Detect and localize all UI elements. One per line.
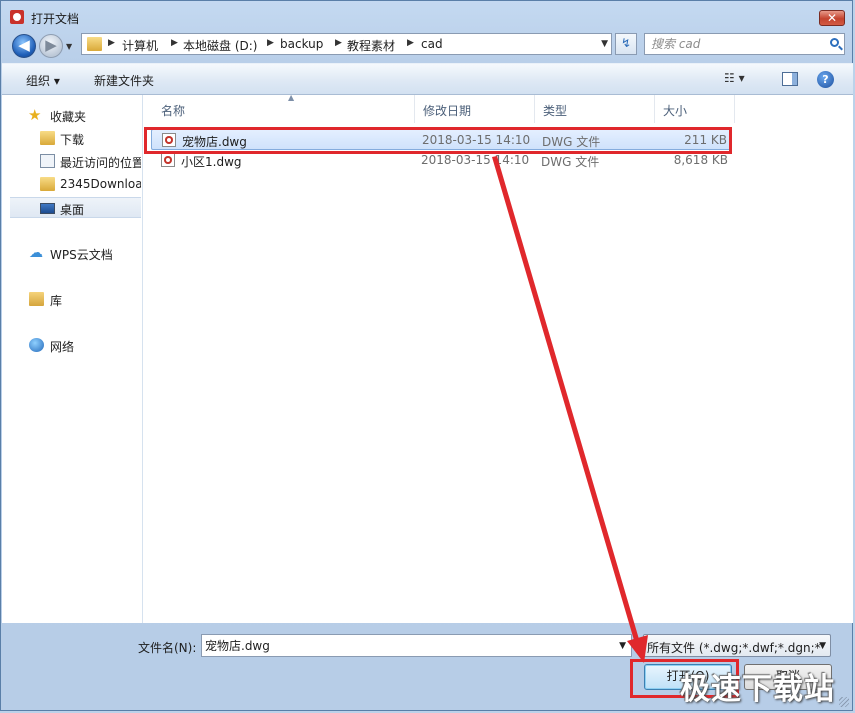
- file-modified: 2018-03-15 14:10: [421, 153, 530, 167]
- sidebar-item-label: 桌面: [60, 203, 85, 217]
- open-document-dialog: 打开文档 ✕ ◀ ▶ ▼ ▶ 计算机 ▶ 本地磁盘 (D:) ▶ backup …: [0, 0, 853, 711]
- filename-combobox[interactable]: ▼: [201, 634, 632, 657]
- sort-ascending-icon: ▲: [288, 93, 295, 102]
- file-size: 8,618 KB: [673, 153, 728, 167]
- refresh-button[interactable]: ↯: [615, 33, 637, 55]
- cloud-icon: ☁: [29, 245, 43, 261]
- resize-grip[interactable]: [839, 697, 849, 707]
- chevron-right-icon[interactable]: ▶: [407, 38, 414, 48]
- chevron-down-icon: ▼: [819, 641, 826, 651]
- library-icon: [29, 292, 44, 306]
- filetype-select[interactable]: 所有文件 (*.dwg;*.dwf;*.dgn;* ▼: [643, 634, 831, 657]
- network-icon: [29, 338, 44, 352]
- window-title: 打开文档: [31, 12, 80, 26]
- sidebar-item-desktop[interactable]: 桌面: [10, 197, 141, 218]
- change-view-button[interactable]: ☷ ▾: [724, 71, 764, 88]
- folder-icon: [87, 37, 102, 51]
- search-input[interactable]: [651, 36, 821, 51]
- sidebar-item-wps-cloud[interactable]: ☁ WPS云文档: [2, 243, 141, 264]
- file-type: DWG 文件: [541, 155, 600, 169]
- navigation-pane[interactable]: ★ 收藏夹 下载 最近访问的位置 2345Downloads 桌面 ☁ WP: [2, 95, 143, 623]
- star-icon: ★: [28, 106, 42, 124]
- sidebar-item-label: 库: [50, 294, 63, 308]
- column-header-name[interactable]: 名称 ▲: [153, 93, 415, 123]
- chevron-right-icon[interactable]: ▶: [267, 38, 274, 48]
- sidebar-item-label: 2345Downloads: [60, 177, 141, 191]
- address-bar[interactable]: ▶ 计算机 ▶ 本地磁盘 (D:) ▶ backup ▶ 教程素材 ▶ cad …: [81, 33, 612, 55]
- filename-label: 文件名(N):: [138, 641, 197, 655]
- title-bar: 打开文档 ✕: [1, 1, 854, 31]
- breadcrumb-local-disk-d[interactable]: 本地磁盘 (D:): [183, 37, 257, 54]
- search-box[interactable]: [644, 33, 845, 55]
- column-header-type[interactable]: 类型: [535, 95, 655, 123]
- breadcrumb-computer[interactable]: 计算机: [122, 37, 158, 54]
- sidebar-item-network[interactable]: 网络: [2, 335, 141, 356]
- download-folder-icon: [40, 131, 55, 145]
- file-list[interactable]: 名称 ▲ 修改日期 类型 大小 宠物店.dwg 2018-03-15 14:10…: [143, 93, 853, 623]
- content-area: ★ 收藏夹 下载 最近访问的位置 2345Downloads 桌面 ☁ WP: [2, 93, 853, 623]
- recent-places-icon: [40, 154, 55, 168]
- chevron-right-icon[interactable]: ▶: [335, 38, 342, 48]
- chevron-right-icon[interactable]: ▶: [108, 38, 115, 48]
- search-icon[interactable]: [830, 38, 839, 47]
- close-button[interactable]: ✕: [819, 10, 845, 26]
- back-button[interactable]: ◀: [12, 34, 36, 58]
- column-header-modified[interactable]: 修改日期: [415, 95, 535, 123]
- preview-pane-icon[interactable]: [782, 72, 798, 86]
- column-header-size[interactable]: 大小: [655, 95, 735, 123]
- highlight-selected-file: [144, 127, 732, 154]
- address-dropdown-icon[interactable]: ▼: [601, 39, 608, 49]
- sidebar-item-2345downloads[interactable]: 2345Downloads: [2, 174, 141, 195]
- forward-button[interactable]: ▶: [39, 34, 63, 58]
- sidebar-item-label: 网络: [50, 340, 75, 354]
- help-icon[interactable]: ?: [817, 71, 834, 88]
- filetype-value: 所有文件 (*.dwg;*.dwf;*.dgn;*: [647, 641, 821, 655]
- command-toolbar: 组织 ▾ 新建文件夹 ☷ ▾ ?: [2, 63, 853, 95]
- chevron-down-icon[interactable]: ▼: [619, 641, 626, 651]
- sidebar-item-label: 最近访问的位置: [60, 156, 141, 170]
- watermark-text: 极速下载站: [680, 672, 835, 707]
- dwg-file-icon: [161, 153, 175, 167]
- navigation-bar: ◀ ▶ ▼ ▶ 计算机 ▶ 本地磁盘 (D:) ▶ backup ▶ 教程素材 …: [1, 31, 854, 59]
- desktop-icon: [40, 203, 55, 214]
- sidebar-item-downloads[interactable]: 下载: [2, 128, 141, 149]
- breadcrumb-backup[interactable]: backup: [280, 37, 323, 51]
- breadcrumb-tutorial-material[interactable]: 教程素材: [347, 37, 395, 54]
- organize-menu[interactable]: 组织 ▾: [26, 72, 60, 89]
- sidebar-item-label: 下载: [60, 133, 85, 147]
- recent-pages-dropdown[interactable]: ▼: [66, 42, 76, 52]
- sidebar-item-recent-places[interactable]: 最近访问的位置: [2, 151, 141, 172]
- folder-icon: [40, 177, 55, 191]
- filename-input[interactable]: [205, 638, 605, 653]
- sidebar-item-favorites[interactable]: ★ 收藏夹: [2, 105, 141, 126]
- chevron-right-icon[interactable]: ▶: [171, 38, 178, 48]
- sidebar-item-label: WPS云文档: [50, 248, 113, 262]
- new-folder-button[interactable]: 新建文件夹: [94, 72, 154, 89]
- file-name: 小区1.dwg: [181, 155, 242, 169]
- app-icon: [10, 10, 24, 24]
- sidebar-item-libraries[interactable]: 库: [2, 289, 141, 310]
- breadcrumb-cad[interactable]: cad: [421, 37, 443, 51]
- sidebar-item-label: 收藏夹: [50, 110, 87, 124]
